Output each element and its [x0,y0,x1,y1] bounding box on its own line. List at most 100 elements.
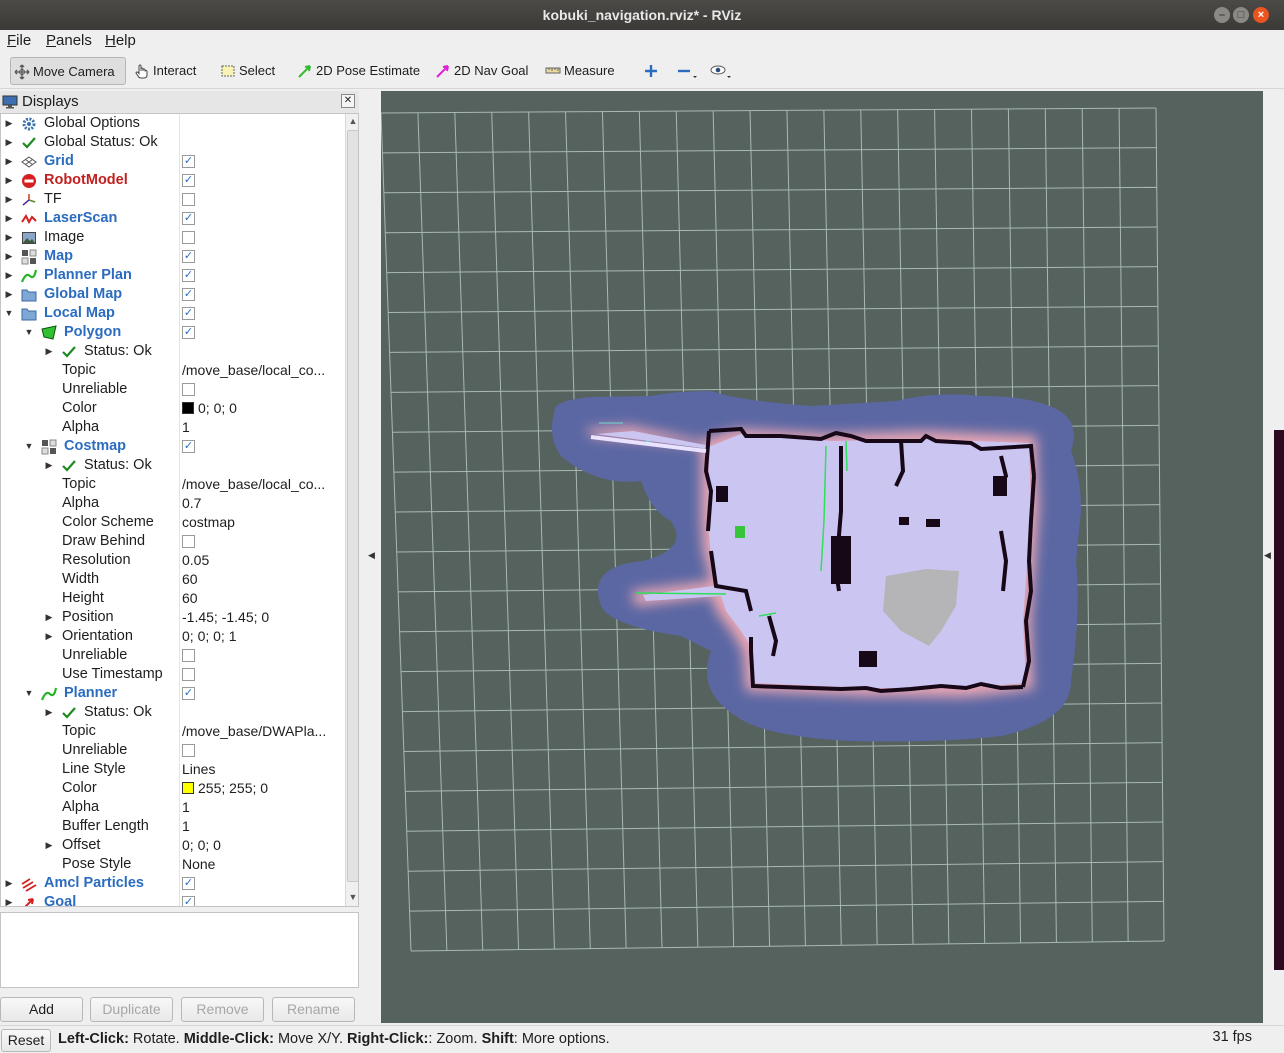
expand-arrow-icon[interactable]: ▶ [3,266,15,285]
select-tool[interactable]: Select [217,57,275,85]
property-value[interactable]: -1.45; -1.45; 0 [182,608,344,627]
expand-arrow-icon[interactable]: ▶ [3,893,15,906]
enable-checkbox[interactable]: ✓ [182,174,195,187]
enable-checkbox[interactable]: ✓ [182,269,195,282]
tree-row-amcl-particles[interactable]: ▶ Amcl Particles ✓ [1,874,345,893]
menu-file[interactable]: File [7,32,31,49]
close-panel-button[interactable]: ✕ [341,94,355,108]
collapse-left-arrow[interactable]: ◀ [368,550,375,561]
expand-arrow-icon[interactable]: ▶ [43,703,55,722]
tree-row-global-options[interactable]: ▶ Global Options [1,114,345,133]
expand-arrow-icon[interactable]: ▶ [43,456,55,475]
property-value[interactable]: 0; 0; 0; 1 [182,627,344,646]
property-value[interactable]: 1 [182,418,344,437]
property-value[interactable]: 1 [182,798,344,817]
duplicate-display-button[interactable]: Duplicate [90,997,173,1022]
tree-row-position[interactable]: ▶ Position -1.45; -1.45; 0 [1,608,345,627]
property-value[interactable]: None [182,855,344,874]
measure-tool[interactable]: Measure [542,57,615,85]
tree-row-buffer-length[interactable]: Buffer Length 1 [1,817,345,836]
expand-arrow-icon[interactable]: ▶ [43,342,55,361]
nav-goal-tool[interactable]: 2D Nav Goal [432,57,528,85]
enable-checkbox[interactable] [182,383,195,396]
enable-checkbox[interactable] [182,668,195,681]
tree-row-topic[interactable]: Topic/move_base/DWAPla... [1,722,345,741]
color-swatch[interactable] [182,782,194,794]
remove-display-button[interactable]: Remove [181,997,264,1022]
tree-row-status-ok[interactable]: ▶ Status: Ok [1,703,345,722]
tree-row-height[interactable]: Height 60 [1,589,345,608]
expand-arrow-icon[interactable]: ▶ [43,627,55,646]
expand-arrow-icon[interactable]: ▶ [3,285,15,304]
menu-help[interactable]: Help [105,32,136,49]
enable-checkbox[interactable]: ✓ [182,440,195,453]
expand-arrow-icon[interactable]: ▶ [3,171,15,190]
reset-button[interactable]: Reset [1,1029,51,1052]
minimize-button[interactable]: – [1214,7,1230,23]
add-display-button[interactable]: Add [0,997,83,1022]
tree-row-offset[interactable]: ▶ Offset 0; 0; 0 [1,836,345,855]
tree-row-global-status-ok[interactable]: ▶ Global Status: Ok [1,133,345,152]
enable-checkbox[interactable] [182,231,195,244]
enable-checkbox[interactable]: ✓ [182,307,195,320]
property-value[interactable]: 0.05 [182,551,344,570]
property-value[interactable]: 1 [182,817,344,836]
tree-row-pose-style[interactable]: Pose Style None [1,855,345,874]
scroll-thumb[interactable] [347,130,358,882]
expand-arrow-icon[interactable]: ▶ [43,836,55,855]
tree-row-resolution[interactable]: Resolution 0.05 [1,551,345,570]
tree-row-topic[interactable]: Topic/move_base/local_co... [1,361,345,380]
add-tool-button[interactable] [643,57,661,85]
enable-checkbox[interactable] [182,193,195,206]
tree-row-tf[interactable]: ▶ TF [1,190,345,209]
tree-row-color[interactable]: Color 0; 0; 0 [1,399,345,418]
property-value[interactable]: /move_base/local_co... [182,361,344,380]
tree-row-alpha[interactable]: Alpha 1 [1,418,345,437]
property-value[interactable]: costmap [182,513,344,532]
tree-row-color[interactable]: Color 255; 255; 0 [1,779,345,798]
property-value[interactable]: 255; 255; 0 [182,779,344,798]
maximize-button[interactable]: □ [1233,7,1249,23]
tree-row-status-ok[interactable]: ▶ Status: Ok [1,456,345,475]
tree-row-polygon[interactable]: ▼ Polygon ✓ [1,323,345,342]
tree-row-planner[interactable]: ▼ Planner ✓ [1,684,345,703]
tree-row-status-ok[interactable]: ▶ Status: Ok [1,342,345,361]
expand-arrow-icon[interactable]: ▶ [3,152,15,171]
tree-row-draw-behind[interactable]: Draw Behind [1,532,345,551]
scroll-down-arrow[interactable]: ▼ [346,892,358,902]
property-value[interactable]: 60 [182,570,344,589]
enable-checkbox[interactable] [182,744,195,757]
enable-checkbox[interactable]: ✓ [182,212,195,225]
expand-arrow-icon[interactable]: ▶ [3,190,15,209]
tree-row-global-map[interactable]: ▶ Global Map ✓ [1,285,345,304]
collapse-arrow-icon[interactable]: ▼ [3,304,15,323]
tree-row-unreliable[interactable]: Unreliable [1,741,345,760]
scroll-up-arrow[interactable]: ▲ [346,116,358,126]
tree-row-costmap[interactable]: ▼ Costmap ✓ [1,437,345,456]
menu-panels[interactable]: Panels [46,32,92,49]
pose-estimate-tool[interactable]: 2D Pose Estimate [294,57,420,85]
interact-tool[interactable]: Interact [131,57,196,85]
enable-checkbox[interactable]: ✓ [182,326,195,339]
expand-arrow-icon[interactable]: ▶ [3,133,15,152]
expand-arrow-icon[interactable]: ▶ [43,608,55,627]
tree-row-line-style[interactable]: Line Style Lines [1,760,345,779]
close-window-button[interactable]: × [1253,7,1269,23]
tree-row-alpha[interactable]: Alpha 0.7 [1,494,345,513]
remove-tool-button[interactable] [676,57,700,85]
property-value[interactable]: Lines [182,760,344,779]
tree-row-unreliable[interactable]: Unreliable [1,380,345,399]
tree-row-map[interactable]: ▶ Map ✓ [1,247,345,266]
property-value[interactable]: 0.7 [182,494,344,513]
property-value[interactable]: 0; 0; 0 [182,399,344,418]
property-value[interactable]: /move_base/DWAPla... [182,722,344,741]
tree-row-planner-plan[interactable]: ▶ Planner Plan ✓ [1,266,345,285]
tree-row-image[interactable]: ▶ Image [1,228,345,247]
enable-checkbox[interactable]: ✓ [182,250,195,263]
tree-row-alpha[interactable]: Alpha 1 [1,798,345,817]
enable-checkbox[interactable]: ✓ [182,155,195,168]
tree-row-width[interactable]: Width 60 [1,570,345,589]
enable-checkbox[interactable]: ✓ [182,288,195,301]
tree-row-local-map[interactable]: ▼ Local Map ✓ [1,304,345,323]
enable-checkbox[interactable]: ✓ [182,896,195,906]
